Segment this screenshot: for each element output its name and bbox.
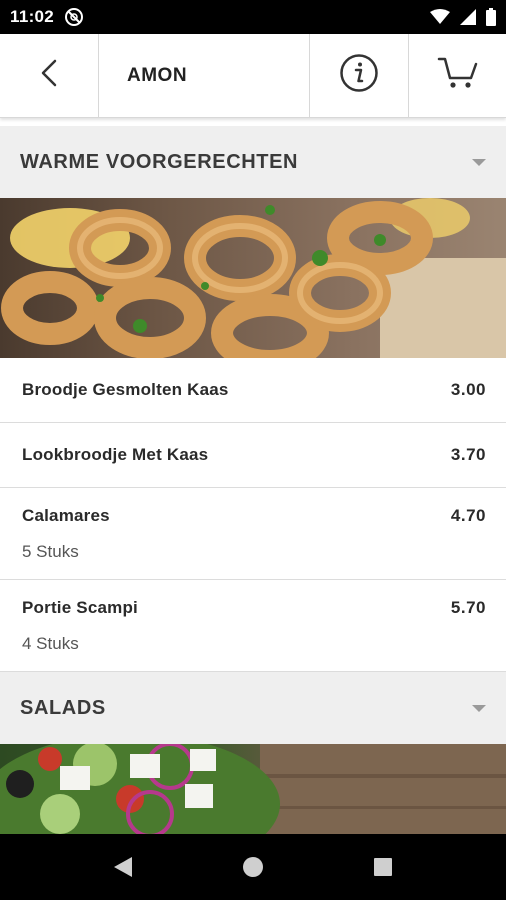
menu-item[interactable]: Lookbroodje Met Kaas 3.70	[0, 423, 506, 488]
item-price: 4.70	[450, 506, 486, 525]
status-time: 11:02	[10, 7, 55, 26]
cart-icon	[437, 56, 479, 95]
category-header-warme-voorgerechten[interactable]: WARME VOORGERECHTEN	[0, 126, 506, 198]
menu-content[interactable]: WARME VOORGERECHTEN Broodje Gesmolten Ka…	[0, 118, 506, 834]
battery-icon	[486, 8, 496, 26]
salad-photo	[0, 744, 506, 834]
item-subtitle: 4 Stuks	[22, 634, 79, 653]
system-nav-bar	[0, 834, 506, 900]
info-icon	[339, 53, 379, 98]
item-name: Lookbroodje Met Kaas	[22, 445, 209, 464]
category-header-salads[interactable]: SALADS	[0, 672, 506, 744]
item-price: 3.00	[450, 380, 486, 399]
nav-back-icon[interactable]	[108, 852, 138, 882]
dnd-icon	[64, 7, 84, 27]
title-area: AMON	[99, 34, 310, 117]
wifi-icon	[430, 9, 450, 25]
menu-item[interactable]: Portie Scampi 4 Stuks 5.70	[0, 580, 506, 672]
item-name: Portie Scampi	[22, 598, 138, 617]
item-price: 3.70	[450, 445, 486, 464]
caret-down-icon	[472, 704, 486, 712]
menu-item[interactable]: Broodje Gesmolten Kaas 3.00	[0, 358, 506, 423]
item-price: 5.70	[450, 598, 486, 617]
info-button[interactable]	[310, 34, 409, 117]
cart-button[interactable]	[409, 34, 506, 117]
page-title: AMON	[127, 64, 188, 86]
signal-icon	[460, 9, 476, 25]
item-name: Calamares	[22, 506, 110, 525]
category-title: WARME VOORGERECHTEN	[20, 150, 299, 173]
status-bar: 11:02	[0, 0, 506, 34]
item-subtitle: 5 Stuks	[22, 542, 79, 561]
spacer	[0, 118, 506, 126]
calamari-photo	[0, 198, 506, 358]
back-arrow-icon	[38, 58, 60, 93]
back-button[interactable]	[0, 34, 99, 117]
menu-item[interactable]: Calamares 5 Stuks 4.70	[0, 488, 506, 580]
category-title: SALADS	[20, 696, 106, 719]
nav-home-icon[interactable]	[238, 852, 268, 882]
caret-down-icon	[472, 158, 486, 166]
item-name: Broodje Gesmolten Kaas	[22, 380, 229, 399]
nav-recents-icon[interactable]	[368, 852, 398, 882]
app-header: AMON	[0, 34, 506, 118]
